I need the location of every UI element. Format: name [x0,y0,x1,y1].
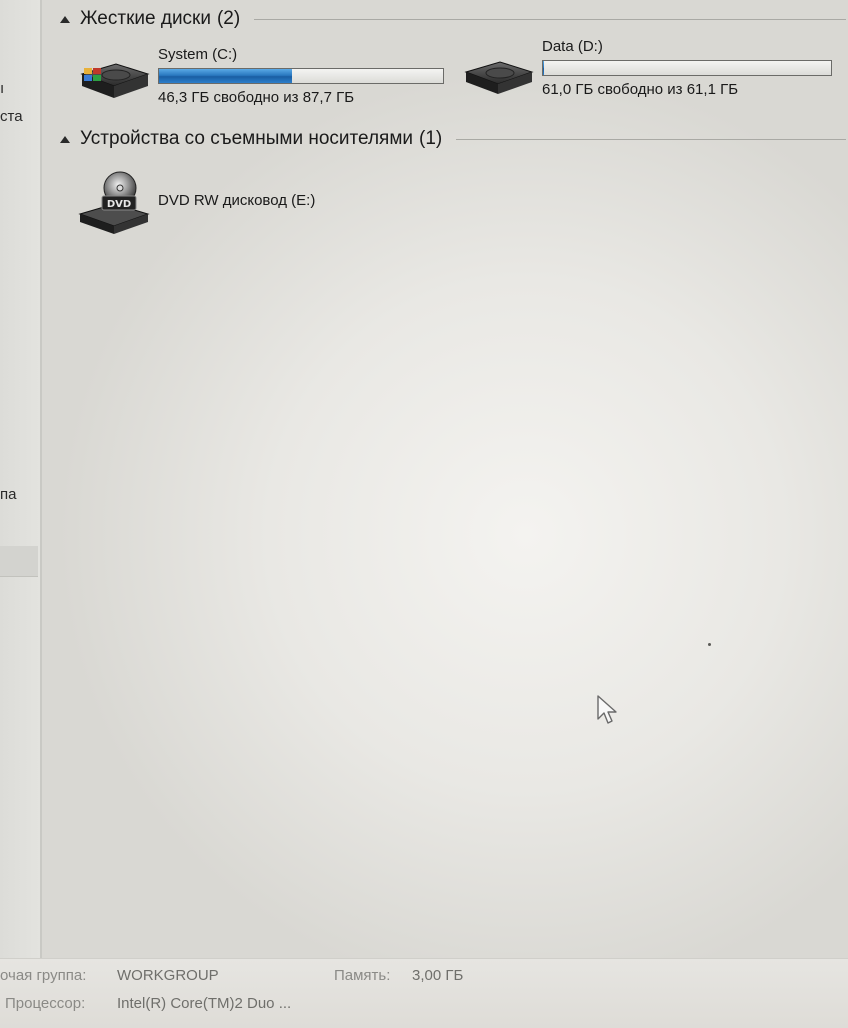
drive-usage-bar [158,68,444,84]
drive-item-data-d[interactable]: Data (D:) 61,0 ГБ свободно из 61,1 ГБ [460,38,832,98]
nav-fragment-1: ı [0,80,5,97]
navigation-pane[interactable]: ı ста па [0,0,42,958]
workgroup-label: очая группа: [0,967,87,984]
system-drive-icon [80,63,150,98]
drive-usage-fill [543,61,544,75]
details-status-bar: очая группа: WORKGROUP Память: 3,00 ГБ П… [0,958,848,1028]
nav-item-fragment[interactable]: ста [0,108,23,125]
group-divider [456,138,846,140]
computer-content-pane: Жесткие диски (2) System (C:) 46,3 ГБ св… [42,0,848,958]
memory-label: Память: [334,967,391,984]
group-title: Устройства со съемными носителями [80,128,413,149]
collapse-arrow-icon[interactable] [60,15,70,23]
workgroup-value: WORKGROUP [117,967,219,984]
drive-item-system-c[interactable]: System (C:) 46,3 ГБ свободно из 87,7 ГБ [76,46,444,106]
hard-drive-icon [464,61,534,94]
drive-name: DVD RW дисковод (E:) [158,192,316,209]
group-header-hard-disks[interactable]: Жесткие диски (2) [60,8,846,30]
cpu-value: Intel(R) Core(TM)2 Duo ... [117,995,292,1012]
group-count: (2) [216,8,241,29]
mouse-cursor-icon [597,695,617,724]
drive-usage-bar [542,60,832,76]
nav-item-fragment[interactable]: па [0,486,16,503]
screen-speck [708,643,711,646]
group-header-removable-devices[interactable]: Устройства со съемными носителями (1) [60,128,846,150]
dvd-icon-label: DVD [107,199,131,210]
drive-item-dvd-e[interactable]: DVD DVD RW дисковод (E:) [76,170,315,236]
drive-free-space: 61,0 ГБ свободно из 61,1 ГБ [542,81,739,98]
group-divider [254,18,846,20]
drive-free-space: 46,3 ГБ свободно из 87,7 ГБ [158,89,355,106]
collapse-arrow-icon[interactable] [60,135,70,143]
drive-usage-fill [159,69,293,83]
nav-separator [0,546,38,577]
dvd-drive-icon: DVD [78,171,150,234]
group-count: (1) [419,128,443,149]
drive-name: System (C:) [158,46,238,63]
cpu-label: Процессор: [5,995,86,1012]
memory-value: 3,00 ГБ [412,967,464,984]
group-title: Жесткие диски [80,8,211,29]
drive-name: Data (D:) [542,38,603,55]
